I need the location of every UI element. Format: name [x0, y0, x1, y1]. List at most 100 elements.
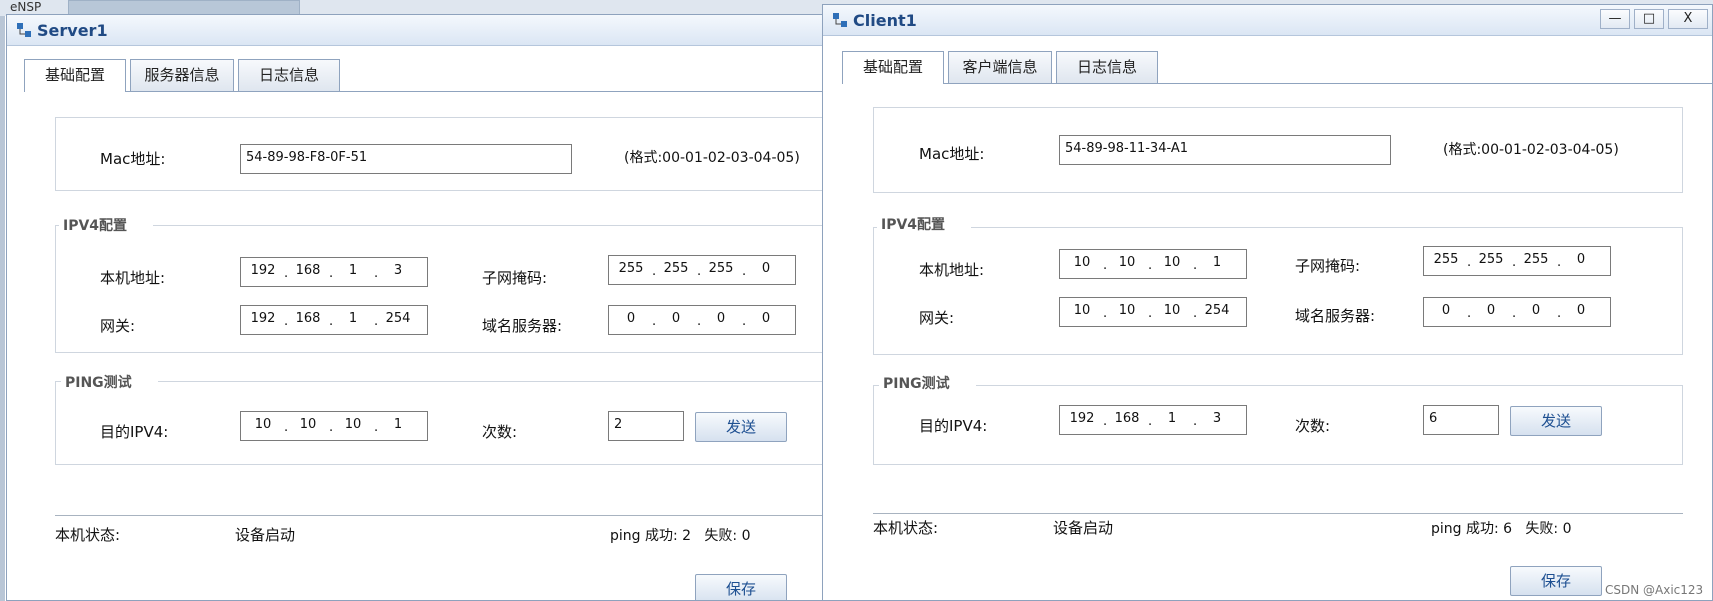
server-local-ip-input[interactable]: 192. 168. 1. 3 — [240, 257, 428, 287]
octet: 1 — [393, 417, 403, 432]
octet: 3 — [393, 263, 403, 278]
octet: 1 — [1212, 255, 1222, 270]
octet: 255 — [1478, 252, 1504, 267]
octet: 10 — [299, 417, 317, 432]
client-mac-input[interactable]: 54-89-98-11-34-A1 — [1059, 135, 1391, 165]
client-count-input[interactable]: 6 — [1423, 405, 1499, 435]
client-tab-divider — [842, 83, 1712, 84]
client-app-icon — [833, 13, 847, 27]
client-status-label: 本机状态: — [873, 519, 939, 537]
server-gateway-label: 网关: — [100, 317, 136, 335]
client-tab-basic[interactable]: 基础配置 — [842, 51, 944, 84]
server-tab-log[interactable]: 日志信息 — [238, 59, 340, 91]
octet: 168 — [295, 311, 321, 326]
client-ping-legend: PING测试 — [879, 373, 976, 393]
client-dest-input[interactable]: 192. 168. 1. 3 — [1059, 405, 1247, 435]
server-dns-label: 域名服务器: — [482, 317, 563, 335]
client-dns-input[interactable]: 0. 0. 0. 0 — [1423, 297, 1611, 327]
client-tab-client-info[interactable]: 客户端信息 — [948, 51, 1052, 83]
octet: 0 — [626, 311, 636, 326]
octet: 168 — [1114, 411, 1140, 426]
client-status-value: 设备启动 — [1053, 519, 1114, 537]
octet: 3 — [1212, 411, 1222, 426]
octet: 0 — [671, 311, 681, 326]
server-status-value: 设备启动 — [235, 526, 296, 544]
server-app-icon — [17, 23, 31, 37]
octet: 254 — [385, 311, 411, 326]
client-count-label: 次数: — [1295, 417, 1331, 435]
client-ping-result: ping 成功: 6 失败: 0 — [1431, 521, 1572, 537]
octet: 1 — [348, 311, 358, 326]
octet: 10 — [1163, 255, 1181, 270]
server-send-button[interactable]: 发送 — [695, 412, 787, 442]
server-save-button[interactable]: 保存 — [695, 574, 787, 600]
server-tab-server-info[interactable]: 服务器信息 — [130, 59, 234, 91]
server-mask-label: 子网掩码: — [482, 269, 548, 287]
octet: 0 — [1441, 303, 1451, 318]
server-status-label: 本机状态: — [55, 526, 121, 544]
octet: 10 — [1073, 303, 1091, 318]
maximize-button[interactable]: □ — [1634, 9, 1664, 29]
octet: 0 — [1576, 303, 1586, 318]
client-gateway-input[interactable]: 10. 10. 10. 254 — [1059, 297, 1247, 327]
client-mac-label: Mac地址: — [919, 145, 985, 163]
client-save-button[interactable]: 保存 — [1510, 566, 1602, 596]
octet: 10 — [1118, 303, 1136, 318]
client-titlebar[interactable]: Client1 — □ X — [823, 5, 1712, 36]
server-mac-input[interactable]: 54-89-98-F8-0F-51 — [240, 144, 572, 174]
server-local-ip-label: 本机地址: — [100, 269, 166, 287]
client-local-ip-input[interactable]: 10. 10. 10. 1 — [1059, 249, 1247, 279]
client-tab-log[interactable]: 日志信息 — [1056, 51, 1158, 83]
server-mac-format-hint: (格式:00-01-02-03-04-05) — [624, 150, 800, 166]
client-dns-label: 域名服务器: — [1295, 307, 1376, 325]
client-gateway-label: 网关: — [919, 309, 955, 327]
client-send-button[interactable]: 发送 — [1510, 406, 1602, 436]
client-local-ip-label: 本机地址: — [919, 261, 985, 279]
octet: 10 — [1073, 255, 1091, 270]
ensp-app-label: eNSP — [10, 0, 42, 14]
server-window: Server1 基础配置 服务器信息 日志信息 Mac地址: 54-89-98-… — [6, 14, 828, 601]
octet: 0 — [761, 261, 771, 276]
octet: 10 — [254, 417, 272, 432]
octet: 255 — [1433, 252, 1459, 267]
octet: 0 — [716, 311, 726, 326]
octet: 255 — [618, 261, 644, 276]
octet: 0 — [1576, 252, 1586, 267]
server-dest-input[interactable]: 10. 10. 10. 1 — [240, 411, 428, 441]
server-ping-result: ping 成功: 2 失败: 0 — [610, 528, 751, 544]
close-button[interactable]: X — [1668, 9, 1708, 29]
octet: 1 — [348, 263, 358, 278]
csdn-watermark: CSDN @Axic123 — [1605, 583, 1704, 597]
client-window: Client1 — □ X 基础配置 客户端信息 日志信息 Mac地址: 54-… — [822, 4, 1713, 601]
server-titlebar[interactable]: Server1 — [7, 15, 827, 46]
server-mask-input[interactable]: 255. 255. 255. 0 — [608, 255, 796, 285]
server-status-divider — [55, 515, 827, 516]
server-count-label: 次数: — [482, 423, 518, 441]
background-left-edge — [0, 16, 5, 601]
octet: 192 — [250, 311, 276, 326]
server-dns-input[interactable]: 0. 0. 0. 0 — [608, 305, 796, 335]
octet: 255 — [708, 261, 734, 276]
server-window-title: Server1 — [37, 21, 108, 40]
client-mask-label: 子网掩码: — [1295, 257, 1361, 275]
octet: 10 — [344, 417, 362, 432]
octet: 255 — [1523, 252, 1549, 267]
server-tab-divider — [24, 91, 827, 92]
octet: 255 — [663, 261, 689, 276]
client-status-divider — [873, 513, 1683, 514]
server-ping-legend: PING测试 — [61, 372, 158, 392]
minimize-button[interactable]: — — [1600, 9, 1630, 29]
octet: 10 — [1118, 255, 1136, 270]
server-gateway-input[interactable]: 192. 168. 1. 254 — [240, 305, 428, 335]
client-mask-input[interactable]: 255. 255. 255. 0 — [1423, 246, 1611, 276]
octet: 0 — [761, 311, 771, 326]
client-window-title: Client1 — [853, 11, 917, 30]
octet: 1 — [1167, 411, 1177, 426]
server-dest-label: 目的IPV4: — [100, 423, 169, 441]
client-dest-label: 目的IPV4: — [919, 417, 988, 435]
server-tab-basic[interactable]: 基础配置 — [24, 59, 126, 92]
octet: 0 — [1531, 303, 1541, 318]
octet: 10 — [1163, 303, 1181, 318]
server-count-input[interactable]: 2 — [608, 411, 684, 441]
octet: 254 — [1204, 303, 1230, 318]
